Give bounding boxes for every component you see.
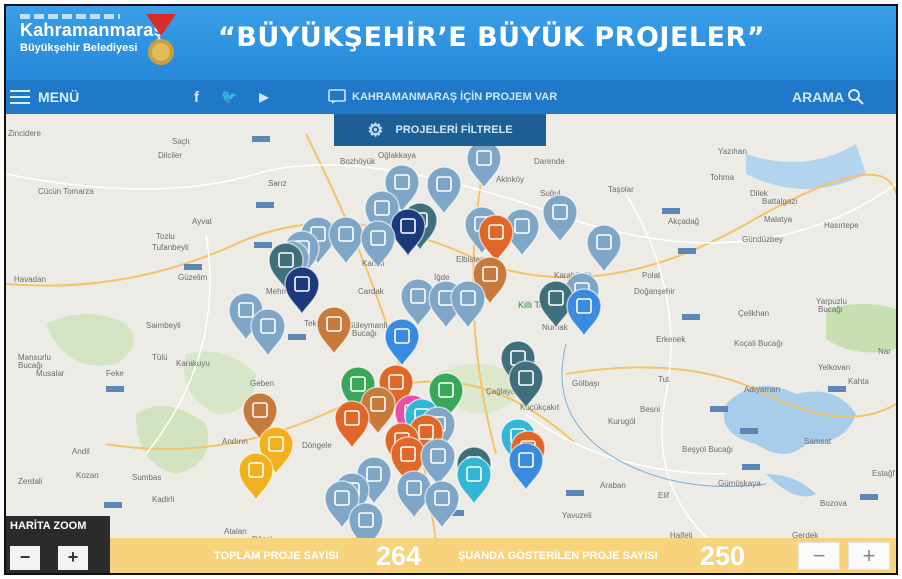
svg-text:Malatya: Malatya xyxy=(764,215,793,224)
svg-text:Araban: Araban xyxy=(600,481,626,490)
svg-text:Andil: Andil xyxy=(72,447,90,456)
svg-text:Taşolar: Taşolar xyxy=(608,185,634,194)
svg-text:Yavuzeli: Yavuzeli xyxy=(562,511,592,520)
map-zoom-label: HARİTA ZOOM xyxy=(10,520,87,532)
stats-bar: TOPLAM PROJE SAYISI 264 ŞUANDA GÖSTERİLE… xyxy=(6,538,896,573)
svg-text:Tozlu: Tozlu xyxy=(156,232,175,241)
svg-text:Hasırtepe: Hasırtepe xyxy=(824,221,859,230)
map-zoom-in-button[interactable]: + xyxy=(58,546,88,570)
search-button[interactable]: ARAMA xyxy=(792,80,865,114)
svg-text:Akçadağ: Akçadağ xyxy=(668,217,699,226)
svg-text:Musalar: Musalar xyxy=(36,369,65,378)
svg-text:Nar: Nar xyxy=(878,347,891,356)
twitter-icon[interactable]: 🐦 xyxy=(221,89,237,105)
svg-text:Atalan: Atalan xyxy=(224,527,247,536)
svg-text:Geben: Geben xyxy=(250,379,274,388)
map-zoom-panel: HARİTA ZOOM − + xyxy=(6,516,110,573)
search-label: ARAMA xyxy=(792,89,845,105)
total-projects-label: TOPLAM PROJE SAYISI xyxy=(214,550,339,562)
map-canvas[interactable]: Zincidere Saçlı Dilciler Cücün Tomarza Sarı… xyxy=(6,114,896,544)
svg-text:Akinköy: Akinköy xyxy=(496,175,524,184)
svg-text:Tut: Tut xyxy=(658,375,670,384)
svg-text:Beşyol Bucağı: Beşyol Bucağı xyxy=(682,445,733,454)
svg-text:Saimbeyli: Saimbeyli xyxy=(146,321,181,330)
svg-text:Feke: Feke xyxy=(106,369,124,378)
svg-text:Havadan: Havadan xyxy=(14,275,46,284)
svg-text:Kozan: Kozan xyxy=(76,471,99,480)
medal-icon xyxy=(146,14,176,65)
svg-text:Gölbaşı: Gölbaşı xyxy=(572,379,600,388)
shown-projects-label: ŞUANDA GÖSTERİLEN PROJE SAYISI xyxy=(458,550,658,562)
map-zoom-out-button[interactable]: − xyxy=(10,546,40,570)
svg-text:Doğanşehir: Doğanşehir xyxy=(634,287,675,296)
svg-text:Cardak: Cardak xyxy=(358,287,385,296)
search-icon xyxy=(848,89,864,105)
svg-text:Yelkovan: Yelkovan xyxy=(818,363,850,372)
svg-text:Darende: Darende xyxy=(534,157,565,166)
svg-text:Tülü: Tülü xyxy=(152,353,168,362)
project-proposal-label: KAHRAMANMARAŞ İÇİN PROJEM VAR xyxy=(352,91,558,103)
svg-text:Samsat: Samsat xyxy=(804,437,832,446)
chat-icon xyxy=(328,89,346,104)
logo-decoration xyxy=(20,14,120,19)
facebook-icon[interactable]: f xyxy=(194,89,199,106)
svg-text:Çelikhan: Çelikhan xyxy=(738,309,769,318)
svg-text:Saçlı: Saçlı xyxy=(172,137,190,146)
svg-text:Dilciler: Dilciler xyxy=(158,151,182,160)
svg-text:Erkenek: Erkenek xyxy=(656,335,686,344)
svg-text:Karakuyu: Karakuyu xyxy=(176,359,210,368)
nav-bar: MENÜ f 🐦 ▶ KAHRAMANMARAŞ İÇİN PROJEM VAR… xyxy=(6,80,896,114)
svg-text:Bucağı: Bucağı xyxy=(818,305,843,314)
site-header: Kahramanmaraş Büyükşehir Belediyesi “BÜY… xyxy=(6,6,896,80)
logo-line1: Kahramanmaraş xyxy=(20,20,164,40)
gear-icon: ⚙ xyxy=(367,119,384,140)
social-links: f 🐦 ▶ xyxy=(194,80,268,114)
svg-text:Zerdali: Zerdali xyxy=(18,477,43,486)
svg-text:Estağf: Estağf xyxy=(872,469,895,478)
svg-text:Cücün Tomarza: Cücün Tomarza xyxy=(38,187,94,196)
svg-text:Yazıhan: Yazıhan xyxy=(718,147,747,156)
project-proposal-link[interactable]: KAHRAMANMARAŞ İÇİN PROJEM VAR xyxy=(328,80,557,114)
svg-text:Gündüzbey: Gündüzbey xyxy=(742,235,783,244)
svg-text:Adıyaman: Adıyaman xyxy=(744,385,780,394)
logo-line2: Büyükşehir Belediyesi xyxy=(20,42,138,54)
project-map[interactable]: Zincidere Saçlı Dilciler Cücün Tomarza Sarı… xyxy=(6,114,896,544)
svg-text:Güzelim: Güzelim xyxy=(178,273,208,282)
svg-text:Sumbas: Sumbas xyxy=(132,473,161,482)
svg-text:Battalgazi: Battalgazi xyxy=(762,197,797,206)
municipality-logo[interactable]: Kahramanmaraş Büyükşehir Belediyesi xyxy=(20,20,164,54)
menu-button[interactable]: MENÜ xyxy=(10,80,79,114)
menu-label: MENÜ xyxy=(38,89,80,105)
svg-text:Tohma: Tohma xyxy=(710,173,735,182)
svg-text:Zincidere: Zincidere xyxy=(8,129,41,138)
svg-text:Sarız: Sarız xyxy=(268,179,287,188)
svg-text:Tufanbeyli: Tufanbeyli xyxy=(152,243,189,252)
svg-text:Döngele: Döngele xyxy=(302,441,332,450)
total-projects-value: 264 xyxy=(376,541,422,571)
youtube-icon[interactable]: ▶ xyxy=(259,90,268,104)
svg-text:Kurugöl: Kurugöl xyxy=(608,417,636,426)
svg-text:Oğlakkaya: Oğlakkaya xyxy=(378,151,416,160)
svg-text:Kadirli: Kadirli xyxy=(152,495,174,504)
hamburger-icon xyxy=(10,90,30,104)
svg-text:Polat: Polat xyxy=(642,271,661,280)
app-frame: Kahramanmaraş Büyükşehir Belediyesi “BÜY… xyxy=(4,4,898,575)
svg-text:Elif: Elif xyxy=(658,491,670,500)
svg-text:Ayvat: Ayvat xyxy=(192,217,213,226)
shown-projects-value: 250 xyxy=(700,541,746,571)
svg-text:Bozhöyük: Bozhöyük xyxy=(340,157,376,166)
page-title: “BÜYÜKŞEHİR’E BÜYÜK PROJELER” xyxy=(218,22,766,53)
zoom-out-button[interactable]: − xyxy=(798,542,840,570)
svg-text:Gümüşkaya: Gümüşkaya xyxy=(718,479,761,488)
svg-text:Kahta: Kahta xyxy=(848,377,869,386)
svg-text:Bozova: Bozova xyxy=(820,499,847,508)
svg-text:Andırın: Andırın xyxy=(222,437,248,446)
filter-label: PROJELERİ FİLTRELE xyxy=(395,124,513,136)
filter-projects-button[interactable]: ⚙ PROJELERİ FİLTRELE xyxy=(334,114,546,146)
svg-text:Koçali Bucağı: Koçali Bucağı xyxy=(734,339,783,348)
svg-text:Besni: Besni xyxy=(640,405,660,414)
svg-text:Bucağı: Bucağı xyxy=(352,329,377,338)
zoom-in-button[interactable]: + xyxy=(848,542,890,570)
